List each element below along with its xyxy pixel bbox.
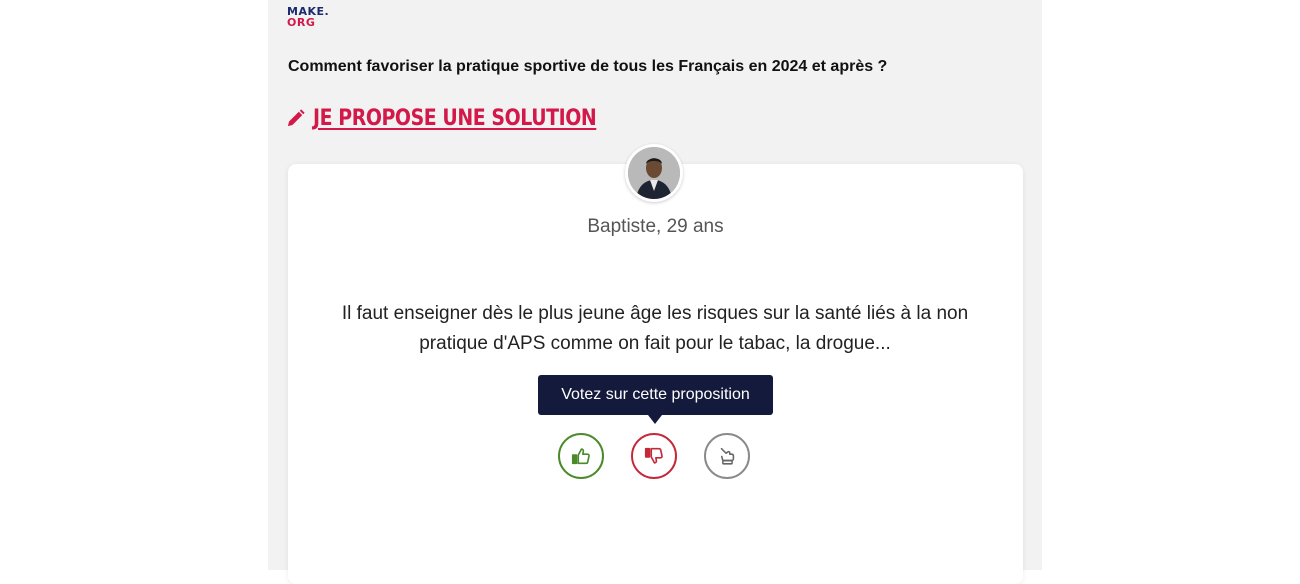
proposal-author: Baptiste, 29 ans xyxy=(587,216,724,237)
logo-org: ORG xyxy=(287,16,316,29)
propose-solution-label: JE PROPOSE UNE SOLUTION xyxy=(313,106,597,131)
thumbs-up-icon xyxy=(571,448,590,465)
vote-neutral-button[interactable] xyxy=(704,433,750,479)
consultation-question: Comment favoriser la pratique sportive d… xyxy=(288,58,888,75)
vote-tooltip: Votez sur cette proposition xyxy=(538,375,773,415)
tooltip-arrow xyxy=(648,415,662,424)
propose-solution-link[interactable]: JE PROPOSE UNE SOLUTION xyxy=(286,106,642,131)
logo-dot: . xyxy=(324,5,330,18)
vote-agree-button[interactable] xyxy=(558,433,604,479)
vote-disagree-button[interactable] xyxy=(631,433,677,479)
author-photo xyxy=(628,147,680,199)
hand-neutral-icon xyxy=(720,447,735,465)
proposal-text: Il faut enseigner dès le plus jeune âge … xyxy=(341,303,969,354)
pencil-icon xyxy=(287,109,305,127)
avatar xyxy=(625,144,683,202)
make-org-logo[interactable]: MAKE. ORG xyxy=(287,6,329,28)
thumbs-down-icon xyxy=(644,447,663,464)
